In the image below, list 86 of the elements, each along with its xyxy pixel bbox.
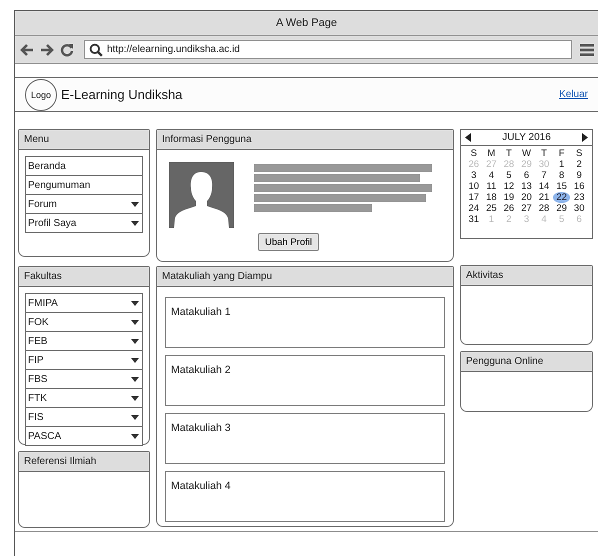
dropdown[interactable]: FBS [25, 369, 143, 389]
calendar-day[interactable]: 8 [552, 170, 570, 181]
caret-icon [131, 202, 139, 206]
course-card[interactable]: Matakuliah 3 [165, 413, 445, 464]
course-card[interactable]: Matakuliah 4 [165, 471, 445, 522]
forward-icon[interactable] [40, 42, 54, 56]
calendar-day[interactable]: 4 [482, 170, 500, 181]
panel-header: Fakultas [19, 267, 149, 287]
weekday-label: M [486, 148, 496, 159]
weekday-label: T [505, 148, 513, 159]
menu-item[interactable]: Pengumuman [25, 175, 143, 195]
caret-icon [131, 338, 139, 344]
calendar-day[interactable]: 15 [552, 181, 570, 192]
caret-icon [131, 320, 139, 324]
caret-icon [131, 376, 139, 382]
reload-icon[interactable] [60, 42, 74, 56]
calendar-day[interactable]: 5 [500, 170, 518, 181]
calendar-day[interactable]: 7 [535, 170, 553, 181]
dropdown[interactable]: FTK [25, 388, 143, 408]
dropdown[interactable]: PASCA [25, 426, 143, 446]
calendar-day[interactable]: 21 [535, 192, 553, 203]
calendar-day[interactable]: 26 [500, 203, 518, 214]
calendar-day[interactable]: 13 [518, 181, 536, 192]
weekday-label: S [470, 148, 478, 159]
calendar-day[interactable]: 18 [482, 192, 500, 203]
calendar-day[interactable]: 12 [500, 181, 518, 192]
calendar-day[interactable]: 14 [535, 181, 553, 192]
panel-header: Aktivitas [461, 266, 592, 286]
address-bar[interactable]: http://elearning.undiksha.ac.id [84, 40, 572, 59]
panel-header: Informasi Pengguna [157, 130, 453, 150]
calendar-day[interactable]: 9 [570, 170, 588, 181]
dropdown[interactable]: Profil Saya [25, 213, 143, 233]
weekday-label: F [558, 148, 566, 159]
site-name: E-Learning Undiksha [61, 87, 182, 102]
dropdown[interactable]: FMIPA [25, 293, 143, 313]
caret-icon [131, 396, 139, 400]
course-card[interactable]: Matakuliah 1 [165, 297, 445, 348]
logo: Logo [25, 78, 57, 110]
calendar-day[interactable]: 29 [552, 203, 570, 214]
window-title: A Web Page [276, 17, 337, 29]
calendar-day[interactable]: 31 [465, 214, 483, 225]
calendar-day[interactable]: 16 [570, 181, 588, 192]
weekday-label: W [521, 148, 532, 159]
dropdown[interactable]: FOK [25, 312, 143, 332]
weekday-label: S [575, 148, 584, 159]
caret-icon [131, 358, 139, 362]
panel-header: Referensi Ilmiah [19, 452, 149, 472]
search-icon [89, 42, 103, 56]
caret-icon [131, 434, 139, 438]
calendar-day[interactable]: 19 [500, 192, 518, 203]
calendar-day[interactable]: 22 [552, 192, 570, 203]
calendar-day[interactable]: 10 [465, 181, 483, 192]
calendar-day[interactable]: 6 [518, 170, 536, 181]
calendar-day[interactable]: 1 [552, 159, 570, 170]
caret-icon [131, 220, 139, 226]
previous-month-icon[interactable] [465, 133, 471, 142]
caret-icon [131, 300, 139, 306]
next-month-icon[interactable] [582, 133, 588, 142]
calendar-day[interactable]: 11 [482, 181, 500, 192]
caret-icon [131, 414, 139, 420]
panel-header: Matakuliah yang Diampu [157, 267, 453, 287]
dropdown[interactable]: FIS [25, 407, 143, 427]
dropdown[interactable]: Forum [25, 194, 143, 214]
calendar-day[interactable]: 27 [518, 203, 536, 214]
dropdown[interactable]: FEB [25, 331, 143, 351]
calendar-day[interactable]: 20 [518, 192, 536, 203]
calendar-day[interactable]: 23 [570, 192, 588, 203]
menu-item[interactable]: Beranda [25, 156, 143, 176]
url-text: http://elearning.undiksha.ac.id [107, 44, 240, 55]
panel-header: Pengguna Online [461, 352, 592, 372]
calendar-day[interactable]: 17 [465, 192, 483, 203]
calendar-day[interactable]: 3 [465, 170, 483, 181]
weekday-label: T [540, 148, 548, 159]
panel-header: Menu [19, 130, 149, 150]
calendar-month: JULY 2016 [502, 132, 551, 143]
calendar-day[interactable]: 28 [535, 203, 553, 214]
logout-link[interactable]: Keluar [559, 89, 588, 100]
calendar-day[interactable]: 24 [465, 203, 483, 214]
course-card[interactable]: Matakuliah 2 [165, 355, 445, 406]
back-icon[interactable] [20, 42, 34, 56]
edit-profile-button[interactable]: Ubah Profil [258, 233, 319, 251]
calendar-day[interactable]: 25 [482, 203, 500, 214]
calendar-day[interactable]: 30 [570, 203, 588, 214]
calendar-day[interactable]: 2 [570, 159, 588, 170]
menu-icon[interactable] [580, 42, 594, 56]
dropdown[interactable]: FIP [25, 350, 143, 370]
